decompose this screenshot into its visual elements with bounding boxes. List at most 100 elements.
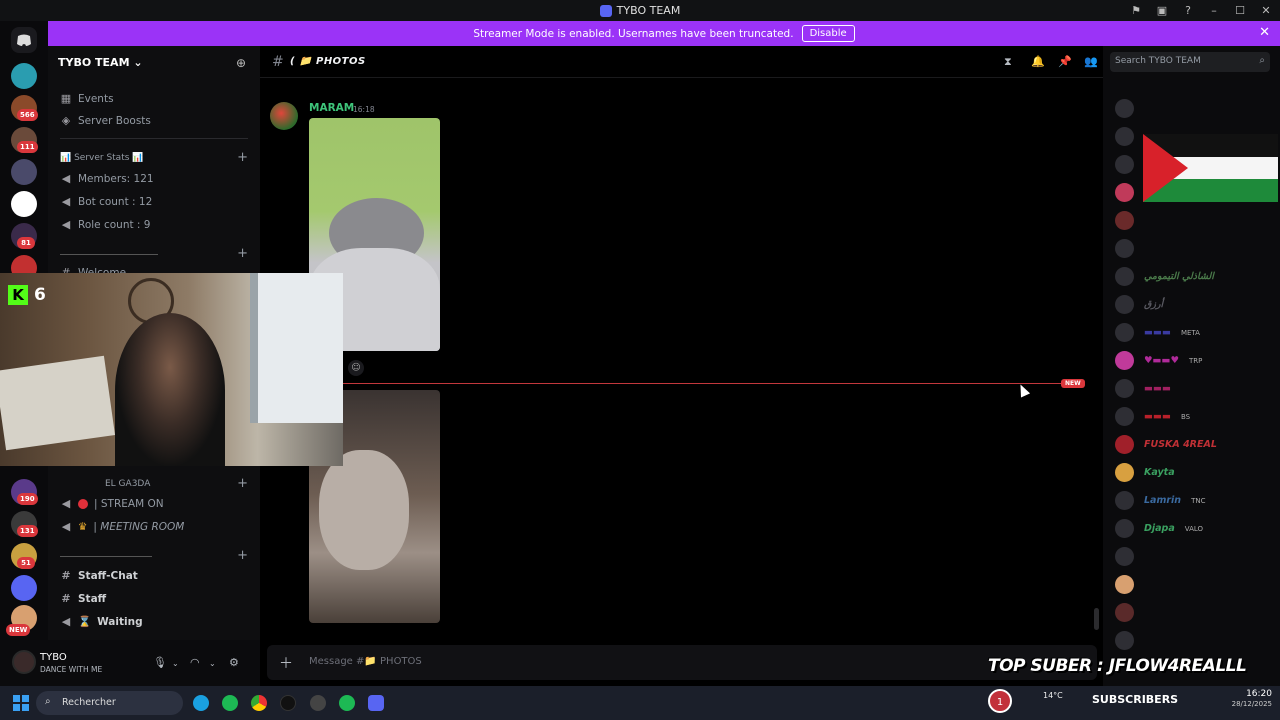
add-channel-icon[interactable]: + (237, 476, 248, 491)
add-reaction-icon[interactable]: ☺ (348, 360, 364, 376)
invite-icon[interactable]: ⊕ (236, 56, 246, 70)
voice-channel-waiting[interactable]: ◀ ⌛ Waiting (60, 615, 143, 628)
window-title-text: TYBO TEAM (616, 4, 681, 17)
avatar (1115, 603, 1134, 622)
edge-icon[interactable] (193, 695, 209, 711)
member-item[interactable]: ♥▬▬♥ TRP (1115, 351, 1202, 370)
member-item[interactable]: الشاذلي التيمومي (1115, 267, 1214, 286)
avatar (1115, 323, 1134, 342)
category-el-gazda[interactable]: EL GA3DA (105, 479, 150, 489)
mention-badge: 131 (17, 525, 38, 537)
member-item[interactable]: Djapa VALO (1115, 519, 1203, 538)
gear-icon[interactable]: ⚙ (229, 656, 239, 669)
member-item[interactable] (1115, 547, 1134, 566)
window-titlebar: TYBO TEAM ⚑ ▣ ? – ☐ ✕ (0, 0, 1280, 21)
inbox-icon[interactable]: ▣ (1156, 5, 1168, 16)
voice-channel-roles[interactable]: ◀ Role count : 9 (60, 218, 151, 231)
member-item[interactable]: FUSKA 4REAL (1115, 435, 1217, 454)
member-item[interactable]: ▬▬▬ META (1115, 323, 1200, 342)
member-item[interactable]: Lamrin TNC (1115, 491, 1205, 510)
channel-server-boosts[interactable]: ◈ Server Boosts (60, 114, 151, 127)
windows-start-icon[interactable] (13, 695, 29, 711)
minimize-button[interactable]: – (1208, 5, 1220, 16)
avatar (1115, 379, 1134, 398)
headphones-icon[interactable]: ◠ (190, 656, 200, 669)
microphone-icon[interactable]: 🎙 (153, 656, 167, 669)
avatar[interactable] (12, 650, 36, 674)
add-channel-icon[interactable]: + (237, 150, 248, 165)
hourglass-icon: ⌛ (78, 616, 92, 628)
system-clock[interactable]: 16:20 28/12/2025 (1232, 689, 1272, 708)
member-name: ▬▬▬ (1144, 411, 1171, 422)
server-icon[interactable] (11, 191, 37, 217)
discord-icon[interactable] (368, 695, 384, 711)
member-item[interactable] (1115, 211, 1134, 230)
mention-badge: 81 (17, 237, 35, 249)
voice-channel-members[interactable]: ◀ Members: 121 (60, 172, 154, 185)
hash-icon: # (272, 54, 284, 70)
chevron-down-icon[interactable]: ⌄ (172, 659, 179, 668)
avatar (1115, 351, 1134, 370)
banner-close-icon[interactable]: ✕ (1259, 25, 1270, 40)
chrome-icon[interactable] (251, 695, 267, 711)
member-item[interactable] (1115, 99, 1134, 118)
member-name: Lamrin (1144, 495, 1182, 506)
guild-name-header[interactable]: TYBO TEAM ⌄ (58, 56, 143, 69)
help-icon[interactable]: ? (1182, 5, 1194, 16)
discord-home-icon[interactable] (11, 27, 37, 53)
member-item[interactable] (1115, 183, 1134, 202)
channel-staff[interactable]: # Staff (60, 592, 106, 605)
member-item[interactable] (1115, 575, 1134, 594)
member-item[interactable] (1115, 239, 1134, 258)
add-channel-icon[interactable]: + (237, 548, 248, 563)
disable-streamer-mode-button[interactable]: Disable (801, 25, 855, 42)
voice-channel-meeting-room[interactable]: ◀ ♛ | MEETING ROOM (60, 520, 185, 533)
message-author[interactable]: MARAM (309, 102, 354, 114)
scrollbar[interactable] (1094, 608, 1099, 630)
member-list-icon[interactable]: 👥 (1084, 55, 1098, 68)
channel-events[interactable]: ▦ Events (60, 92, 114, 105)
server-icon[interactable] (11, 63, 37, 89)
whiteboard-image (0, 355, 116, 451)
member-item[interactable]: ▬▬▬ BS (1115, 407, 1190, 426)
obs-icon[interactable] (310, 695, 326, 711)
server-icon[interactable] (11, 575, 37, 601)
member-item[interactable] (1115, 631, 1134, 650)
member-item[interactable]: أرزق (1115, 295, 1163, 314)
category-divider (60, 254, 158, 255)
member-item[interactable] (1115, 155, 1134, 174)
close-window-button[interactable]: ✕ (1260, 5, 1272, 16)
search-input[interactable]: Search TYBO TEAM ⌕ (1110, 52, 1270, 72)
channel-label: Server Boosts (78, 114, 151, 127)
member-item[interactable]: Kayta (1115, 463, 1175, 482)
maximize-button[interactable]: ☐ (1234, 5, 1246, 16)
flag-icon[interactable]: ⚑ (1130, 5, 1142, 16)
avatar[interactable] (270, 102, 298, 130)
divider (60, 138, 248, 139)
channel-header: # ( 📁 PHOTOS ⧗ 🔔 📌 👥 (260, 46, 1103, 78)
tiktok-icon[interactable] (280, 695, 296, 711)
channel-staff-chat[interactable]: # Staff-Chat (60, 569, 137, 582)
spotify-icon[interactable] (222, 695, 238, 711)
add-attachment-icon[interactable]: ＋ (279, 653, 293, 673)
chevron-down-icon[interactable]: ⌄ (209, 659, 216, 668)
voice-channel-stream-on[interactable]: ◀ | STREAM ON (60, 497, 164, 510)
add-channel-icon[interactable]: + (237, 246, 248, 261)
speaker-icon: ◀ (61, 172, 71, 185)
clock-date: 28/12/2025 (1231, 700, 1272, 708)
pin-icon[interactable]: 📌 (1058, 55, 1072, 68)
voice-channel-bots[interactable]: ◀ Bot count : 12 (60, 195, 153, 208)
channel-label: Members: 121 (78, 172, 154, 185)
message-input[interactable]: Message #📁 PHOTOS (309, 656, 422, 667)
palestine-flag-image (1143, 134, 1278, 202)
threads-icon[interactable]: ⧗ (1004, 55, 1012, 69)
member-item[interactable]: ▬▬▬ (1115, 379, 1171, 398)
member-item[interactable] (1115, 603, 1134, 622)
member-item[interactable] (1115, 127, 1134, 146)
member-name: FUSKA 4REAL (1144, 439, 1217, 450)
taskbar-search[interactable]: ⌕ Rechercher (36, 691, 183, 715)
server-icon[interactable] (11, 159, 37, 185)
bell-icon[interactable]: 🔔 (1031, 55, 1045, 68)
category-server-stats[interactable]: 📊 Server Stats 📊 (60, 153, 143, 163)
spotify-icon[interactable] (339, 695, 355, 711)
